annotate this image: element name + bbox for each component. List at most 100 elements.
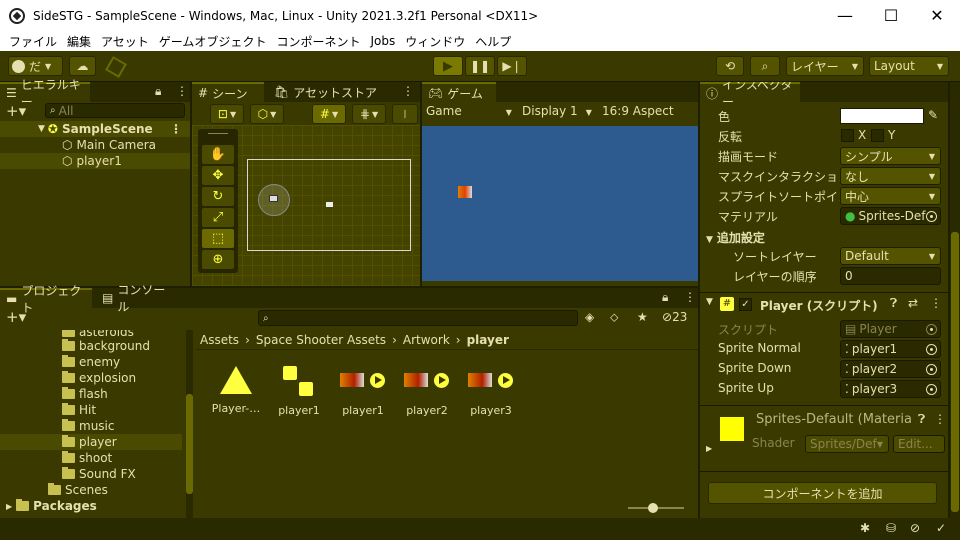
order-in-layer-input[interactable]: 0 — [840, 267, 941, 285]
aspect-dropdown[interactable]: 16:9 Aspect — [602, 104, 674, 118]
game-viewport[interactable] — [422, 126, 698, 281]
mask-dropdown[interactable]: なし — [840, 167, 941, 185]
sprite-down-field[interactable]: ⁚ player2 — [840, 360, 941, 378]
menu-help[interactable]: ヘルプ — [475, 33, 511, 50]
scale-tool-icon[interactable]: ⤢ — [202, 208, 234, 227]
folder-item[interactable]: Sound FX — [62, 466, 136, 482]
account-dropdown[interactable]: だ ▼ — [8, 56, 63, 76]
tab-game[interactable]: 🎮︎ ゲーム — [422, 82, 496, 102]
search-icon[interactable]: ⌕ — [750, 56, 780, 76]
collab-icon[interactable] — [105, 56, 127, 78]
more-icon[interactable]: ⋮ — [930, 296, 942, 310]
move-tool-icon[interactable]: ✥ — [202, 166, 234, 185]
drag-handle[interactable] — [208, 133, 228, 134]
zoom-slider[interactable] — [628, 503, 684, 513]
ruler-icon[interactable]: ⧘ — [392, 104, 418, 124]
history-icon[interactable]: ⟲ — [716, 56, 744, 76]
menu-component[interactable]: コンポーネント — [276, 33, 360, 50]
zoom-slider-thumb[interactable] — [648, 503, 658, 513]
folder-item[interactable]: shoot — [62, 450, 112, 466]
menu-file[interactable]: ファイル — [9, 33, 57, 50]
more-icon[interactable]: ⋮ — [684, 290, 696, 304]
tab-project[interactable]: ▬ プロジェクト — [0, 284, 92, 315]
label-icon[interactable]: ⬦ — [610, 310, 618, 325]
color-field[interactable] — [840, 108, 924, 124]
lock-icon[interactable]: 🔒︎ — [662, 290, 668, 305]
tab-asset-store[interactable]: 🛍︎ アセットストア — [268, 82, 398, 102]
project-search-input[interactable]: ⌕ — [258, 310, 578, 326]
asset-item[interactable]: player3 — [461, 366, 521, 417]
help-icon[interactable]: ❓︎ — [918, 412, 925, 427]
inspector-scrollbar[interactable] — [950, 82, 960, 518]
filter-type-icon[interactable]: ◈ — [585, 310, 594, 324]
hierarchy-search-input[interactable]: ⌕ All — [45, 103, 185, 118]
menu-assets[interactable]: アセット — [101, 33, 149, 50]
cache-icon[interactable]: ⛁ — [886, 521, 896, 535]
more-icon[interactable]: ⋮ — [934, 412, 946, 426]
asset-item[interactable]: player1 — [269, 366, 329, 417]
object-picker-icon[interactable] — [926, 363, 937, 375]
shader-dropdown[interactable]: Sprites/Def — [805, 435, 889, 453]
add-icon[interactable]: +▾ — [6, 102, 26, 120]
scene-row[interactable]: ▼ ✪ SampleScene ⋮ — [0, 121, 190, 137]
chevron-right-icon[interactable]: ▶ — [706, 444, 712, 453]
draw-mode-icon[interactable]: ⊡ ▼ — [210, 104, 244, 124]
more-icon[interactable]: ⋮ — [170, 122, 182, 136]
step-button[interactable]: ▶❘ — [497, 56, 527, 76]
game-mode-dropdown[interactable]: Game ▼ — [426, 104, 512, 118]
eyedropper-icon[interactable]: ✎ — [928, 108, 938, 122]
folder-item[interactable]: music — [62, 418, 114, 434]
hand-tool-icon[interactable]: ✋ — [202, 145, 234, 164]
rotate-tool-icon[interactable]: ↻ — [202, 187, 234, 206]
help-icon[interactable]: ❓︎ — [890, 296, 897, 311]
pause-button[interactable]: ❚❚ — [465, 56, 495, 76]
tab-inspector[interactable]: ⓘ インスペクター — [700, 82, 800, 109]
bug-icon[interactable]: ✱ — [860, 521, 870, 535]
asset-item[interactable]: Player-… — [206, 366, 266, 415]
add-icon[interactable]: +▾ — [6, 308, 26, 326]
gizmo-grid-icon[interactable]: # ▼ — [312, 104, 346, 124]
maximize-icon[interactable]: ☐ — [868, 0, 914, 31]
menu-gameobject[interactable]: ゲームオブジェクト — [159, 33, 267, 50]
folder-item[interactable]: explosion — [62, 370, 136, 386]
enabled-checkbox[interactable]: ✓ — [739, 298, 752, 311]
cloud-icon[interactable]: ☁ — [69, 56, 96, 76]
menu-window[interactable]: ウィンドウ — [405, 33, 465, 50]
additional-settings-foldout[interactable]: ▼ 追加設定 — [706, 229, 765, 246]
player-sprite[interactable] — [326, 202, 333, 207]
tab-console[interactable]: ▤ コンソール — [96, 283, 176, 314]
folder-item[interactable]: enemy — [62, 354, 120, 370]
folder-item[interactable]: player — [0, 434, 182, 450]
minimize-icon[interactable]: — — [822, 0, 868, 31]
rect-tool-icon[interactable]: ⬚ — [202, 229, 234, 248]
object-picker-icon[interactable] — [926, 343, 937, 355]
play-button[interactable]: ▶ — [433, 56, 463, 76]
chevron-down-icon[interactable]: ▼ — [706, 297, 713, 307]
object-picker-icon[interactable] — [926, 383, 937, 395]
scrollbar-thumb[interactable] — [186, 394, 193, 494]
preset-icon[interactable]: ⇄ — [908, 296, 918, 310]
material-field[interactable]: ● Sprites-Def — [840, 207, 941, 225]
flip-x-checkbox[interactable] — [841, 129, 854, 142]
breadcrumb-item[interactable]: Space Shooter Assets — [256, 333, 386, 347]
snap-icon[interactable]: ⋕ ▼ — [352, 104, 386, 124]
folder-item[interactable]: ▶ Packages — [6, 498, 97, 514]
tab-scene[interactable]: # シーン — [192, 82, 264, 102]
network-icon[interactable]: ⊘ — [910, 521, 920, 535]
breadcrumb-item[interactable]: Assets — [200, 333, 239, 347]
folder-item[interactable]: Scenes — [48, 482, 108, 498]
asset-item[interactable]: player2 — [397, 366, 457, 417]
more-icon[interactable]: ⋮ — [176, 84, 188, 98]
asset-item[interactable]: player1 — [333, 366, 393, 417]
edit-shader-button[interactable]: Edit... — [893, 435, 945, 453]
sort-point-dropdown[interactable]: 中心 — [840, 187, 941, 205]
lock-icon[interactable]: 🔒︎ — [155, 84, 161, 99]
menu-jobs[interactable]: Jobs — [370, 34, 395, 48]
sprite-up-field[interactable]: ⁚ player3 — [840, 380, 941, 398]
breadcrumb-item[interactable]: Artwork — [403, 333, 450, 347]
sprite-normal-field[interactable]: ⁚ player1 — [840, 340, 941, 358]
draw-mode-dropdown[interactable]: シンプル — [840, 147, 941, 165]
hidden-packages-icon[interactable]: ⊘23 — [662, 310, 687, 324]
scrollbar[interactable] — [186, 330, 193, 518]
add-component-button[interactable]: コンポーネントを追加 — [708, 482, 937, 504]
